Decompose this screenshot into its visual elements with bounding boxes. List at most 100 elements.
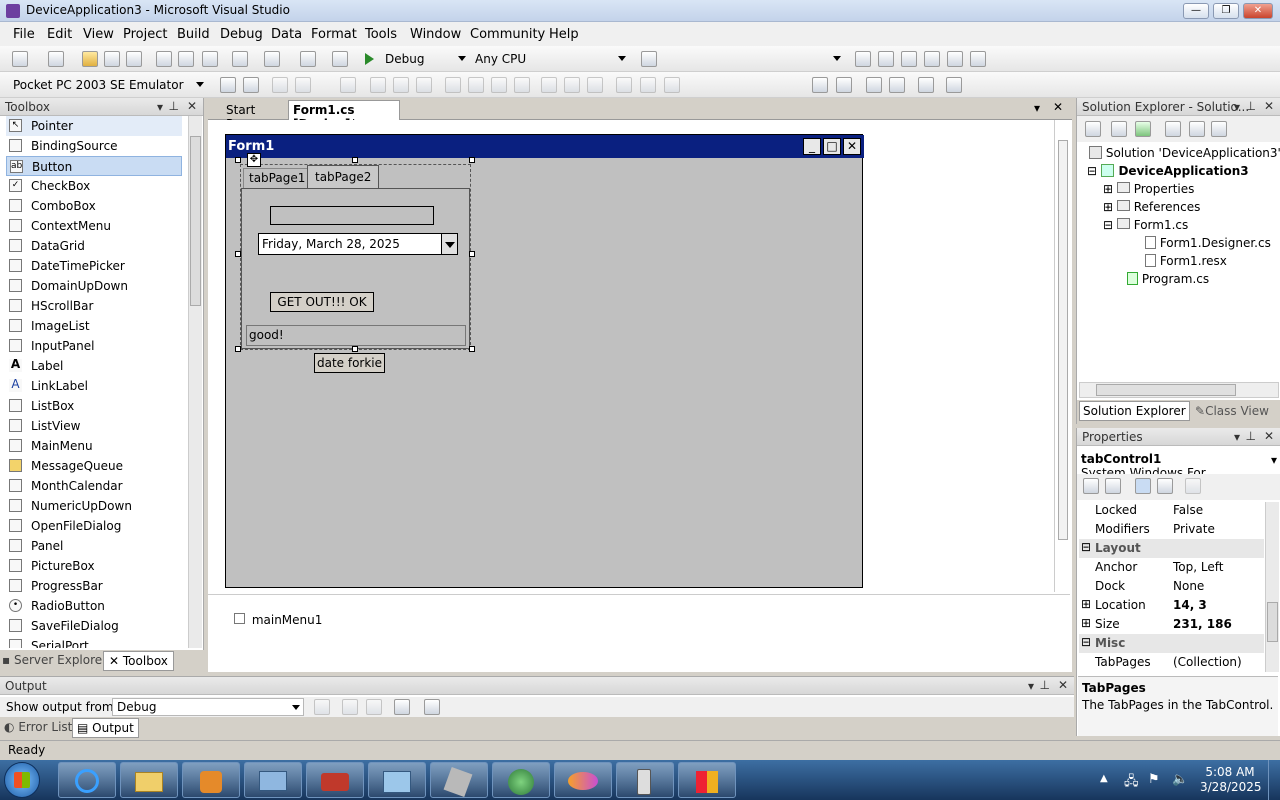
- toolbox-item-inputpanel[interactable]: InputPanel: [6, 336, 182, 356]
- toolbox-item-bindingsource[interactable]: BindingSource: [6, 136, 182, 156]
- toolbox-item-contextmenu[interactable]: ContextMenu: [6, 216, 182, 236]
- properties-view-icon[interactable]: [1135, 478, 1151, 494]
- selection-handle[interactable]: [352, 346, 358, 352]
- mainmenu1-component[interactable]: mainMenu1: [234, 613, 322, 627]
- toolbox-item-checkbox[interactable]: ✓ CheckBox: [6, 176, 182, 196]
- cut-icon[interactable]: [156, 51, 172, 67]
- collapse-icon[interactable]: ⊟: [1081, 540, 1091, 554]
- taskbar-globe[interactable]: [492, 762, 550, 798]
- form-maximize-button[interactable]: □: [823, 138, 841, 155]
- toolbox-item-domainupdown[interactable]: DomainUpDown: [6, 276, 182, 296]
- design-scroll-thumb[interactable]: [1058, 140, 1068, 540]
- find-in-files-icon[interactable]: [641, 51, 657, 67]
- redo-icon[interactable]: [264, 51, 280, 67]
- center-vertically-icon[interactable]: [836, 77, 852, 93]
- selection-handle[interactable]: [469, 346, 475, 352]
- close-document-icon[interactable]: ✕: [1053, 100, 1063, 114]
- clock[interactable]: 5:08 AM 3/28/2025: [1200, 765, 1262, 795]
- align-middles-icon[interactable]: [416, 77, 432, 93]
- find-message-icon[interactable]: [314, 699, 330, 715]
- toolbox-item-datetimepicker[interactable]: DateTimePicker: [6, 256, 182, 276]
- toolbox-scrollbar[interactable]: [188, 116, 202, 648]
- class-diagram-icon[interactable]: [1211, 121, 1227, 137]
- tree-program[interactable]: Program.cs: [1127, 272, 1209, 286]
- toolbox-item-openfiledialog[interactable]: OpenFileDialog: [6, 516, 182, 536]
- dropdown-icon[interactable]: ▾: [157, 100, 163, 114]
- vertical-spacing-icon[interactable]: [587, 77, 603, 93]
- date-forkie-button[interactable]: date forkie: [314, 353, 385, 373]
- taskbar-office[interactable]: [678, 762, 736, 798]
- pin-icon[interactable]: ⊥: [1040, 678, 1050, 692]
- prop-category-layout[interactable]: ⊟ Layout: [1079, 539, 1264, 558]
- toolbox-item-serialport[interactable]: SerialPort: [6, 636, 182, 648]
- expand-icon[interactable]: ⊞: [1103, 200, 1113, 214]
- selection-handle[interactable]: [469, 251, 475, 257]
- tree-references[interactable]: ⊞ References: [1103, 200, 1200, 214]
- toolbox-item-button[interactable]: ab Button: [6, 156, 182, 176]
- solution-hscrollbar[interactable]: [1079, 382, 1279, 398]
- paste-icon[interactable]: [202, 51, 218, 67]
- align-lefts-icon[interactable]: [272, 77, 288, 93]
- selection-handle[interactable]: [235, 346, 241, 352]
- same-size-icon[interactable]: [514, 77, 530, 93]
- taskbar-toolbox-app[interactable]: [306, 762, 364, 798]
- prop-row-size[interactable]: ⊞ Size 231, 186: [1079, 615, 1279, 634]
- toolbox-item-imagelist[interactable]: ImageList: [6, 316, 182, 336]
- menu-tools[interactable]: Tools: [365, 27, 397, 42]
- dropdown-arrow-icon[interactable]: [441, 234, 457, 254]
- dropdown-icon[interactable]: ▾: [1028, 679, 1034, 693]
- close-icon[interactable]: ✕: [1264, 99, 1274, 113]
- properties-icon[interactable]: [1085, 121, 1101, 137]
- close-icon[interactable]: ✕: [187, 99, 197, 113]
- align-tops-icon[interactable]: [393, 77, 409, 93]
- device-options-icon[interactable]: [220, 77, 236, 93]
- go-to-prev-message-icon[interactable]: [342, 699, 358, 715]
- tray-network-icon[interactable]: 🖧: [1124, 772, 1139, 794]
- toolbox-item-panel[interactable]: Panel: [6, 536, 182, 556]
- start-button[interactable]: [4, 762, 40, 798]
- solution-explorer-icon[interactable]: [855, 51, 871, 67]
- form1-window[interactable]: Form1 _ □ ✕ tabPage1 tabPage2 Friday, Ma…: [225, 134, 864, 588]
- close-icon[interactable]: ✕: [1058, 678, 1068, 692]
- toolbox-item-picturebox[interactable]: PictureBox: [6, 556, 182, 576]
- selection-handle[interactable]: [352, 157, 358, 163]
- tab-page1[interactable]: tabPage1: [243, 168, 312, 188]
- minimize-button[interactable]: —: [1183, 3, 1209, 19]
- toolbox-item-label[interactable]: A Label: [6, 356, 182, 376]
- go-to-next-message-icon[interactable]: [366, 699, 382, 715]
- collapse-icon[interactable]: ⊟: [1103, 218, 1113, 232]
- textbox[interactable]: [270, 206, 434, 225]
- menu-window[interactable]: Window: [410, 27, 461, 42]
- tree-project[interactable]: ⊟ DeviceApplication3: [1087, 164, 1249, 178]
- tab-order-icon[interactable]: [918, 77, 934, 93]
- tab-form1-design[interactable]: Form1.cs [Design]*: [288, 100, 400, 131]
- prop-row-location[interactable]: ⊞ Location 14, 3: [1079, 596, 1279, 615]
- toolbox-item-messagequeue[interactable]: MessageQueue: [6, 456, 182, 476]
- chevron-down-icon[interactable]: ▾: [1271, 453, 1277, 467]
- events-icon[interactable]: [1157, 478, 1173, 494]
- new-project-icon[interactable]: [12, 51, 28, 67]
- date-time-picker[interactable]: Friday, March 28, 2025: [258, 233, 458, 255]
- start-debugging-icon[interactable]: [365, 53, 374, 65]
- menu-help[interactable]: Help: [549, 27, 579, 42]
- toolbox-item-hscrollbar[interactable]: HScrollBar: [6, 296, 182, 316]
- tab-page2[interactable]: tabPage2: [307, 165, 380, 189]
- tab-toolbox[interactable]: ✕ Toolbox: [103, 651, 174, 671]
- toolbox-item-monthcalendar[interactable]: MonthCalendar: [6, 476, 182, 496]
- view-designer-icon[interactable]: [1189, 121, 1205, 137]
- solution-config-select[interactable]: Debug: [380, 49, 470, 68]
- tray-action-center-icon[interactable]: ⚑: [1148, 772, 1160, 787]
- categorized-icon[interactable]: [1083, 478, 1099, 494]
- center-horizontally-icon[interactable]: [812, 77, 828, 93]
- toolbox-item-mainmenu[interactable]: MainMenu: [6, 436, 182, 456]
- show-desktop-button[interactable]: [1268, 760, 1280, 800]
- toolbox-item-numericupdown[interactable]: NumericUpDown: [6, 496, 182, 516]
- taskbar-ie[interactable]: [58, 762, 116, 798]
- toolbox-item-pointer[interactable]: ↖ Pointer: [6, 116, 182, 136]
- refresh-icon[interactable]: [1135, 121, 1151, 137]
- pin-icon[interactable]: ⊥: [1246, 99, 1256, 113]
- taskbar-device-emulator[interactable]: [616, 762, 674, 798]
- expand-icon[interactable]: ⊞: [1103, 182, 1113, 196]
- pin-icon[interactable]: ⊥: [169, 99, 179, 113]
- align-to-grid-icon[interactable]: [340, 77, 356, 93]
